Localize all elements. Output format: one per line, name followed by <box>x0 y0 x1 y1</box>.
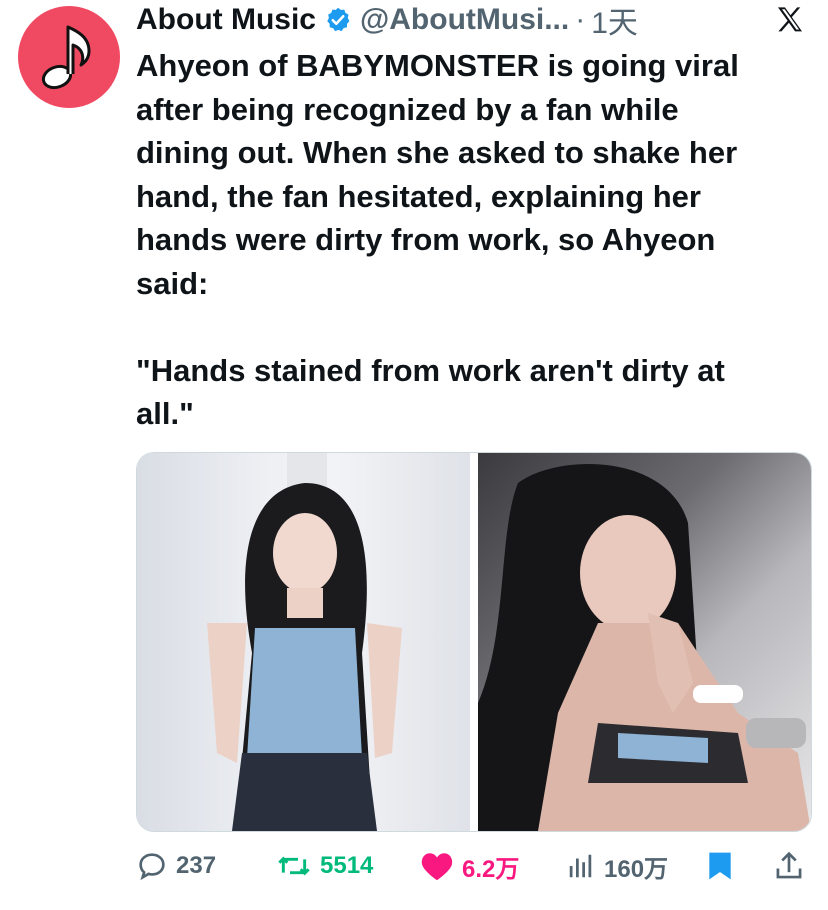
reply-button[interactable]: 237 <box>136 846 216 886</box>
author-handle[interactable]: @AboutMusi... <box>360 3 569 37</box>
repost-button[interactable]: 5514 <box>276 846 373 886</box>
separator-dot: · <box>575 3 586 36</box>
x-logo-icon[interactable] <box>774 4 806 36</box>
verified-badge-icon <box>324 6 352 34</box>
tweet-header: About Music @AboutMusi... · 1天 <box>136 0 816 40</box>
tweet-timestamp[interactable]: 1天 <box>591 0 638 42</box>
tweet-photo-1[interactable] <box>137 453 470 831</box>
tweet-photo-2[interactable] <box>478 453 811 831</box>
bookmark-icon <box>709 852 731 880</box>
share-button[interactable] <box>774 846 812 886</box>
author-name[interactable]: About Music <box>136 3 316 37</box>
reply-count: 237 <box>176 852 217 879</box>
like-count: 6.2万 <box>462 855 520 883</box>
music-note-icon <box>41 25 91 90</box>
tweet-text: Ahyeon of BABYMONSTER is going viral aft… <box>136 48 739 431</box>
views-button[interactable]: 160万 <box>566 846 668 886</box>
bookmark-button[interactable] <box>706 846 742 886</box>
reply-icon <box>139 853 165 881</box>
views-icon <box>569 854 592 878</box>
views-count: 160万 <box>604 855 669 883</box>
repost-count: 5514 <box>320 852 374 879</box>
share-icon <box>776 851 802 879</box>
tweet-actions: 237 5514 6.2万 160万 <box>136 846 810 886</box>
like-button[interactable]: 6.2万 <box>420 846 519 886</box>
repost-icon <box>278 856 310 876</box>
like-icon <box>421 853 453 881</box>
media-grid <box>136 452 812 832</box>
avatar[interactable] <box>18 6 120 108</box>
